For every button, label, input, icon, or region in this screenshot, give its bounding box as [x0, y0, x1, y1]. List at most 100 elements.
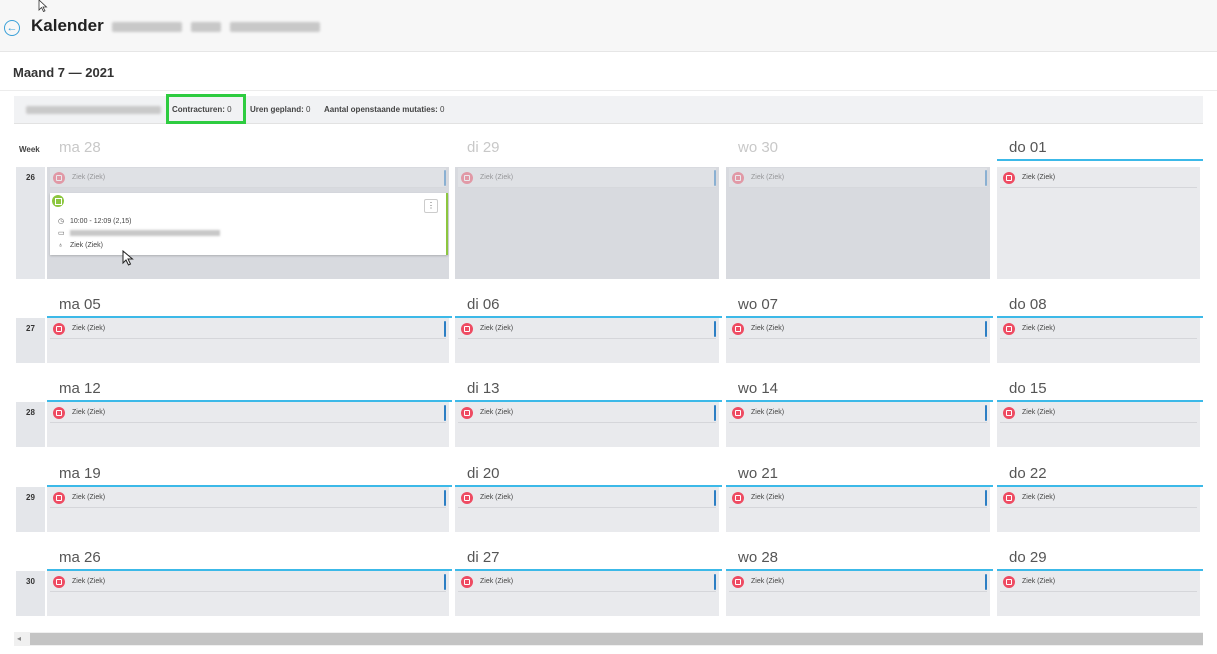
day-cell[interactable]: Ziek (Ziek)	[997, 318, 1200, 363]
week-number: 27	[16, 318, 45, 363]
day-label: ma 12	[59, 380, 101, 397]
sick-icon	[732, 407, 744, 419]
entry-label: Ziek (Ziek)	[1022, 325, 1056, 332]
day-cell[interactable]: Ziek (Ziek)	[726, 167, 990, 279]
sick-entry[interactable]: Ziek (Ziek)	[1000, 572, 1197, 592]
day-header: di 13	[455, 374, 722, 402]
horizontal-scrollbar[interactable]: ◂	[14, 632, 1203, 646]
day-cell[interactable]: Ziek (Ziek)	[47, 571, 449, 616]
sick-icon	[732, 576, 744, 588]
entry-label: Ziek (Ziek)	[751, 174, 785, 181]
sick-entry[interactable]: Ziek (Ziek)	[50, 403, 446, 423]
more-options-icon[interactable]: ⋮	[424, 199, 438, 213]
day-cell[interactable]: Ziek (Ziek)	[997, 167, 1200, 279]
day-cell[interactable]: Ziek (Ziek)	[455, 402, 719, 447]
sick-entry[interactable]: Ziek (Ziek)	[50, 319, 446, 339]
sick-entry[interactable]: Ziek (Ziek)	[729, 403, 987, 423]
day-header: wo 28	[726, 543, 993, 571]
mouse-pointer-icon	[122, 250, 134, 266]
sick-entry[interactable]: Ziek (Ziek)	[458, 319, 716, 339]
highlight-box	[166, 94, 246, 124]
day-label: ma 28	[59, 139, 101, 156]
entry-marker	[714, 405, 716, 421]
sick-icon	[53, 492, 65, 504]
shift-detail-card[interactable]: ⋮ ◷ 10:00 - 12:09 (2,15) ▭ ♁ Ziek (Ziek)	[50, 193, 448, 255]
sick-entry[interactable]: Ziek (Ziek)	[729, 319, 987, 339]
redacted-employee	[26, 106, 161, 114]
day-cell[interactable]: Ziek (Ziek)	[997, 402, 1200, 447]
uren-gepland-label: Uren gepland:	[250, 105, 304, 114]
sick-entry[interactable]: Ziek (Ziek)	[729, 488, 987, 508]
day-label: do 29	[1009, 549, 1047, 566]
day-cell[interactable]: Ziek (Ziek)	[726, 402, 990, 447]
sick-icon	[461, 576, 473, 588]
day-header: wo 07	[726, 290, 993, 318]
sick-icon	[1003, 172, 1015, 184]
day-cell[interactable]: Ziek (Ziek)	[455, 487, 719, 532]
sick-icon	[53, 172, 65, 184]
entry-label: Ziek (Ziek)	[751, 409, 785, 416]
entry-label: Ziek (Ziek)	[751, 578, 785, 585]
mutaties-label: Aantal openstaande mutaties:	[324, 105, 438, 114]
back-arrow-icon[interactable]: ←	[4, 20, 20, 36]
sick-icon	[461, 407, 473, 419]
day-cell[interactable]: Ziek (Ziek)	[47, 402, 449, 447]
sick-entry[interactable]: Ziek (Ziek)	[1000, 168, 1197, 188]
day-header: wo 14	[726, 374, 993, 402]
sick-icon	[732, 492, 744, 504]
sick-entry[interactable]: Ziek (Ziek)	[458, 488, 716, 508]
entry-label: Ziek (Ziek)	[751, 494, 785, 501]
page-title: Kalender	[31, 16, 320, 36]
day-label: do 22	[1009, 465, 1047, 482]
day-cell[interactable]: Ziek (Ziek)	[455, 318, 719, 363]
mutaties-info: Aantal openstaande mutaties: 0	[324, 105, 445, 114]
day-header: do 22	[997, 459, 1203, 487]
clock-icon: ◷	[58, 218, 65, 225]
day-label: di 06	[467, 296, 500, 313]
sick-entry[interactable]: Ziek (Ziek)	[50, 168, 446, 188]
day-label: do 15	[1009, 380, 1047, 397]
sick-entry[interactable]: Ziek (Ziek)	[50, 572, 446, 592]
sick-icon	[1003, 323, 1015, 335]
sick-entry[interactable]: Ziek (Ziek)	[729, 572, 987, 592]
day-cell[interactable]: Ziek (Ziek)	[47, 318, 449, 363]
day-cell[interactable]: Ziek (Ziek)	[455, 167, 719, 279]
redacted-location	[229, 21, 320, 32]
sick-entry[interactable]: Ziek (Ziek)	[1000, 488, 1197, 508]
entry-label: Ziek (Ziek)	[480, 174, 514, 181]
day-cell[interactable]: Ziek (Ziek)	[997, 571, 1200, 616]
entry-label: Ziek (Ziek)	[72, 494, 106, 501]
sick-entry[interactable]: Ziek (Ziek)	[1000, 319, 1197, 339]
entry-label: Ziek (Ziek)	[480, 409, 514, 416]
sick-entry[interactable]: Ziek (Ziek)	[1000, 403, 1197, 423]
day-label: wo 30	[738, 139, 779, 156]
day-cell[interactable]: Ziek (Ziek)	[726, 487, 990, 532]
sick-icon	[1003, 407, 1015, 419]
day-cell[interactable]: Ziek (Ziek)	[726, 318, 990, 363]
sick-entry[interactable]: Ziek (Ziek)	[50, 488, 446, 508]
day-cell[interactable]: Ziek (Ziek)	[455, 571, 719, 616]
day-cell[interactable]: Ziek (Ziek)	[47, 487, 449, 532]
entry-label: Ziek (Ziek)	[751, 325, 785, 332]
sick-entry[interactable]: Ziek (Ziek)	[458, 572, 716, 592]
day-label: ma 05	[59, 296, 101, 313]
entry-marker	[985, 170, 987, 186]
day-label: wo 07	[738, 296, 779, 313]
day-label: do 08	[1009, 296, 1047, 313]
shift-time-line: ◷ 10:00 - 12:09 (2,15)	[58, 217, 131, 225]
sick-entry[interactable]: Ziek (Ziek)	[729, 168, 987, 188]
entry-marker	[444, 170, 446, 186]
sick-entry[interactable]: Ziek (Ziek)	[458, 403, 716, 423]
day-header: ma 28	[47, 133, 452, 159]
day-label: do 01	[1009, 139, 1047, 156]
day-cell[interactable]: Ziek (Ziek)	[997, 487, 1200, 532]
scroll-left-icon[interactable]: ◂	[17, 634, 21, 643]
scrollbar-thumb[interactable]	[30, 633, 1203, 645]
day-header: wo 21	[726, 459, 993, 487]
day-underline	[997, 159, 1203, 161]
day-label: di 29	[467, 139, 500, 156]
day-header: do 15	[997, 374, 1203, 402]
day-header: ma 19	[47, 459, 452, 487]
sick-entry[interactable]: Ziek (Ziek)	[458, 168, 716, 188]
day-cell[interactable]: Ziek (Ziek)	[726, 571, 990, 616]
